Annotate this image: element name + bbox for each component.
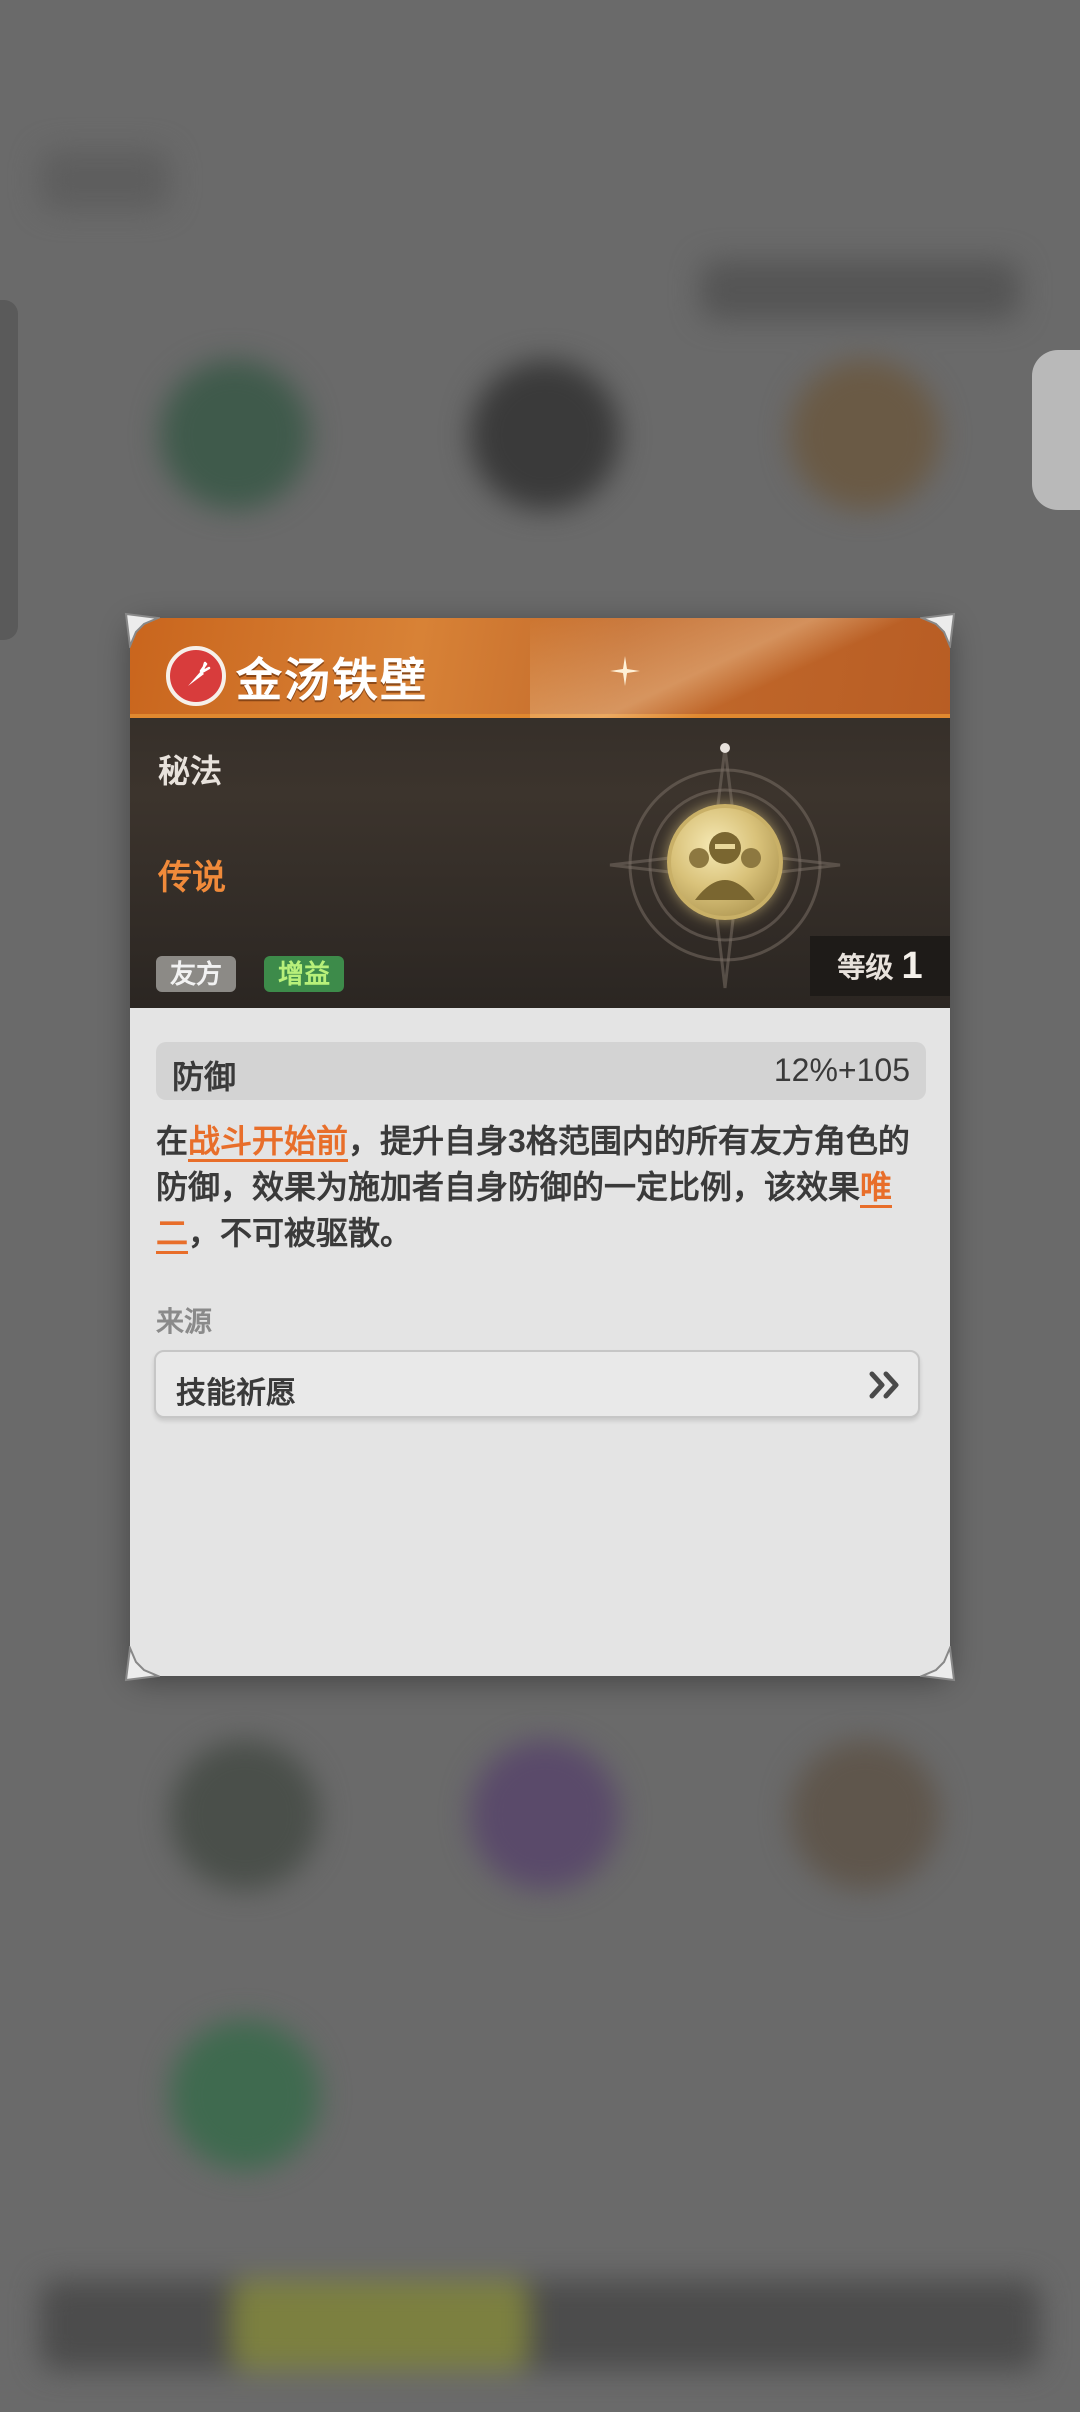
skill-description: 在战斗开始前，提升自身3格范围内的所有友方角色的防御，效果为施加者自身防御的一定… bbox=[156, 1118, 936, 1256]
corner-ornament-icon bbox=[920, 612, 956, 648]
source-button[interactable]: 技能祈愿 bbox=[154, 1350, 920, 1418]
title-bar: 金汤铁壁 bbox=[130, 618, 950, 718]
sparkle-icon bbox=[610, 656, 640, 686]
card-header: 金汤铁壁 秘法 传说 友方 增益 等级 1 bbox=[130, 618, 950, 1008]
desc-text: ，不可被驱散。 bbox=[188, 1215, 413, 1251]
level-badge: 等级 1 bbox=[810, 936, 950, 996]
source-label: 来源 bbox=[156, 1306, 213, 1337]
guardians-emblem-icon bbox=[667, 804, 783, 920]
stat-value: 12%+105 bbox=[773, 1052, 910, 1088]
tag-buff: 增益 bbox=[264, 956, 345, 992]
level-label: 等级 bbox=[837, 952, 894, 983]
carrot-icon bbox=[166, 646, 226, 706]
skill-title: 金汤铁壁 bbox=[236, 654, 428, 706]
stat-name: 防御 bbox=[172, 1059, 237, 1095]
left-edge-handle[interactable] bbox=[0, 300, 18, 640]
double-chevron-right-icon bbox=[869, 1371, 899, 1399]
desc-highlight[interactable]: 战斗开始前 bbox=[188, 1123, 349, 1162]
source-value: 技能祈愿 bbox=[176, 1377, 296, 1410]
corner-ornament-icon bbox=[920, 1646, 956, 1682]
level-value: 1 bbox=[901, 944, 923, 987]
stat-row: 防御 12%+105 bbox=[156, 1042, 926, 1100]
tag-friendly: 友方 bbox=[156, 956, 237, 992]
skill-category: 秘法 bbox=[158, 753, 223, 789]
corner-ornament-icon bbox=[124, 1646, 160, 1682]
corner-ornament-icon bbox=[124, 612, 160, 648]
skill-detail-card: 金汤铁壁 秘法 传说 友方 增益 等级 1 防御 12%+105 在战斗开始前，… bbox=[130, 618, 950, 1676]
desc-text: 在 bbox=[156, 1123, 189, 1159]
skill-rarity: 传说 bbox=[158, 859, 226, 897]
right-edge-handle[interactable] bbox=[1032, 350, 1080, 510]
